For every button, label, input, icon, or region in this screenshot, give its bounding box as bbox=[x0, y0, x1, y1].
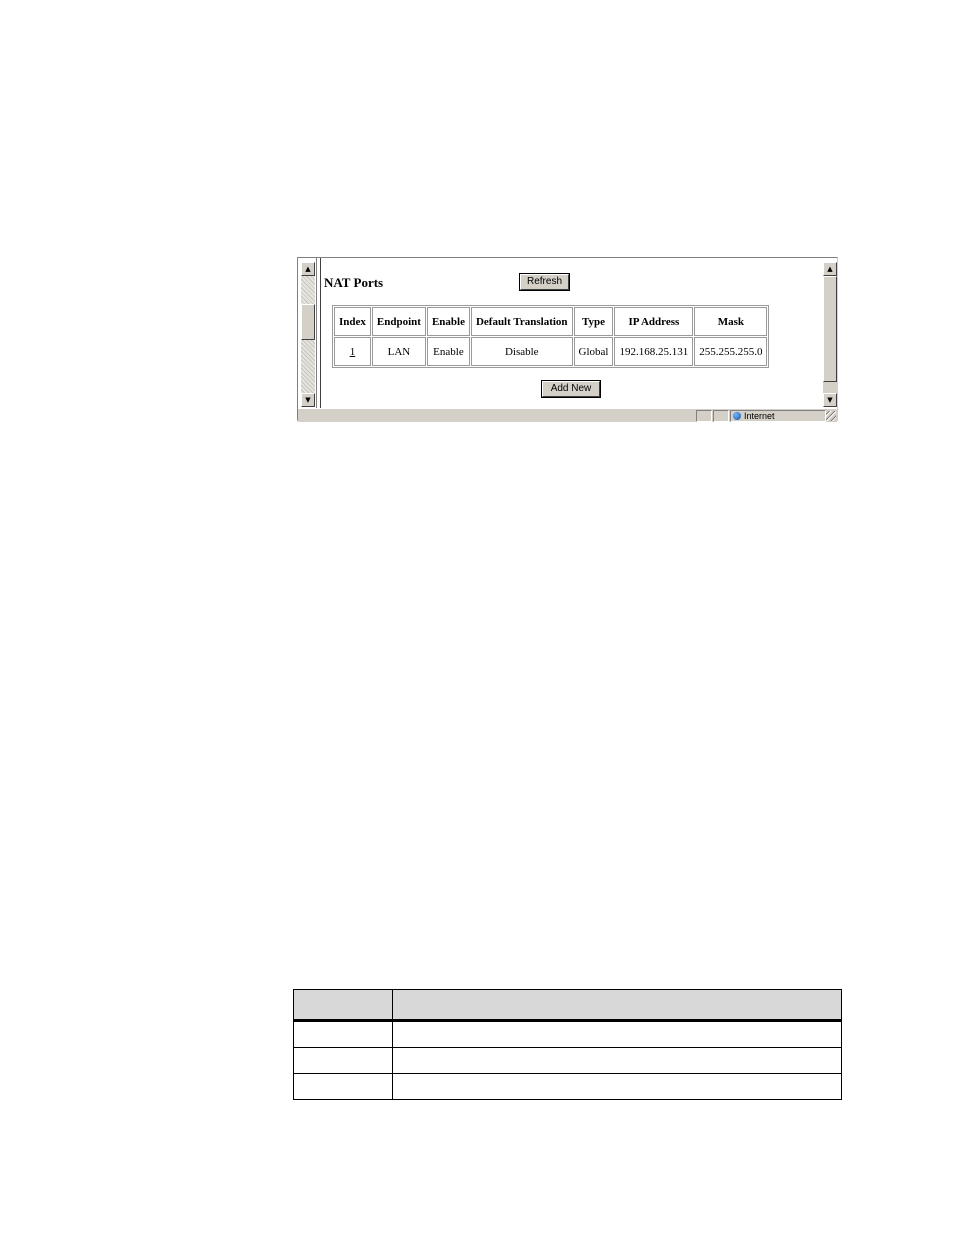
doc-cell bbox=[392, 1020, 842, 1048]
column-header-mask: Mask bbox=[694, 307, 768, 336]
status-bar: Internet bbox=[298, 408, 837, 422]
add-new-button[interactable]: Add New bbox=[541, 380, 601, 398]
document-table bbox=[293, 989, 842, 1100]
scroll-down-arrow-icon[interactable]: ▼ bbox=[823, 393, 837, 407]
doc-header-cell bbox=[392, 989, 842, 1022]
table-header-row: Index Endpoint Enable Default Translatio… bbox=[334, 307, 768, 336]
doc-cell bbox=[392, 1047, 842, 1074]
zone-label: Internet bbox=[744, 411, 775, 421]
doc-cell bbox=[293, 1047, 393, 1074]
column-header-endpoint: Endpoint bbox=[371, 307, 426, 336]
page-scrollbar[interactable]: ▲ ▼ bbox=[823, 262, 837, 407]
cell-endpoint: LAN bbox=[371, 337, 426, 366]
security-zone-panel: Internet bbox=[730, 410, 826, 422]
table-row bbox=[293, 1020, 842, 1048]
globe-icon bbox=[733, 412, 741, 420]
scroll-down-arrow-icon[interactable]: ▼ bbox=[301, 393, 315, 407]
index-link[interactable]: 1 bbox=[350, 346, 356, 358]
column-header-enable: Enable bbox=[426, 307, 470, 336]
scroll-thumb[interactable] bbox=[301, 304, 315, 340]
browser-window: ▲ ▼ NAT Ports Refresh Index Endpoint Ena… bbox=[297, 257, 838, 422]
table-row: 1 LAN Enable Disable Global 192.168.25.1… bbox=[334, 337, 768, 366]
cell-type: Global bbox=[573, 337, 614, 366]
status-panel bbox=[696, 410, 712, 422]
column-header-index: Index bbox=[334, 307, 371, 336]
page-title: NAT Ports bbox=[324, 275, 384, 290]
cell-ip-address: 192.168.25.131 bbox=[614, 337, 694, 366]
status-panel bbox=[713, 410, 729, 422]
table-row bbox=[293, 1073, 842, 1100]
scroll-up-arrow-icon[interactable]: ▲ bbox=[301, 262, 315, 276]
doc-header-cell bbox=[293, 989, 393, 1022]
nat-ports-table: Index Endpoint Enable Default Translatio… bbox=[332, 305, 770, 368]
left-pane-scrollbar[interactable]: ▲ ▼ bbox=[301, 262, 315, 407]
cell-enable: Enable bbox=[426, 337, 470, 366]
column-header-ip-address: IP Address bbox=[614, 307, 694, 336]
pane-divider[interactable] bbox=[316, 258, 321, 408]
doc-cell bbox=[293, 1020, 393, 1048]
column-header-default-translation: Default Translation bbox=[470, 307, 573, 336]
cell-default-translation: Disable bbox=[470, 337, 573, 366]
resize-grip-icon[interactable] bbox=[826, 411, 836, 421]
doc-cell bbox=[392, 1073, 842, 1100]
refresh-button[interactable]: Refresh bbox=[519, 273, 570, 291]
column-header-type: Type bbox=[573, 307, 614, 336]
table-row bbox=[293, 1047, 842, 1074]
cell-mask: 255.255.255.0 bbox=[694, 337, 768, 366]
nat-ports-page: NAT Ports Refresh Index Endpoint Enable … bbox=[322, 264, 822, 406]
scroll-up-arrow-icon[interactable]: ▲ bbox=[823, 262, 837, 276]
doc-cell bbox=[293, 1073, 393, 1100]
cell-index: 1 bbox=[334, 337, 371, 366]
table-header-row bbox=[293, 989, 842, 1022]
scroll-thumb[interactable] bbox=[823, 276, 837, 382]
